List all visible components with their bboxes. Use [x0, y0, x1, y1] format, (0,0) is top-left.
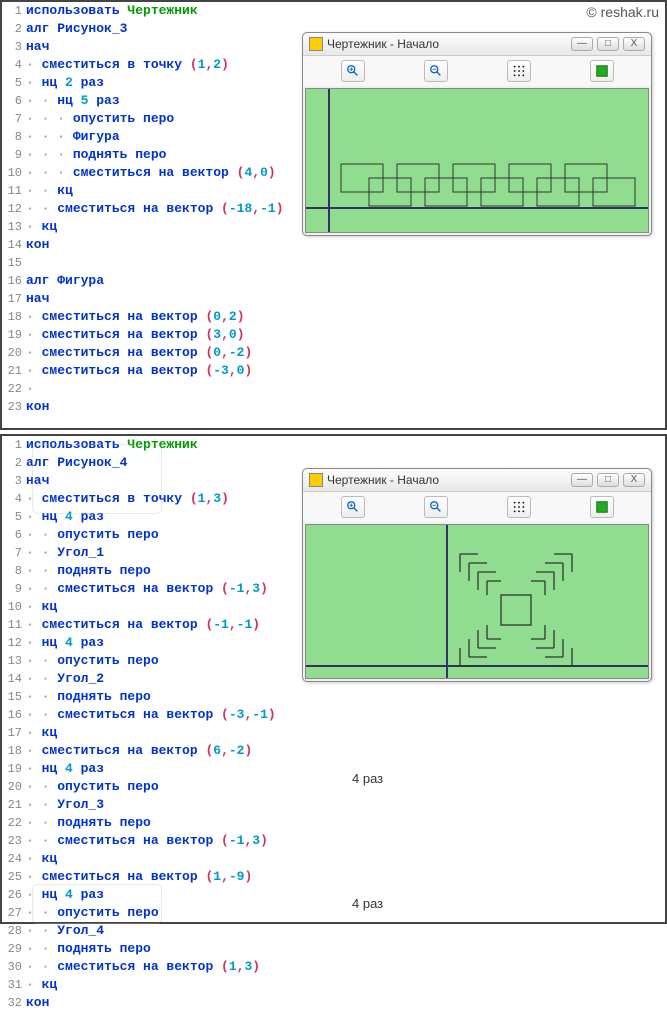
grid-button[interactable] — [507, 496, 531, 518]
maximize-button[interactable]: □ — [597, 473, 619, 487]
drafter-window-1[interactable]: Чертежник - Начало — □ X — [302, 32, 652, 236]
panel-2: 1234567891011121314151617181920212223242… — [0, 434, 667, 924]
app-icon — [309, 37, 323, 51]
zoom-out-button[interactable] — [424, 496, 448, 518]
titlebar[interactable]: Чертежник - Начало — □ X — [303, 33, 651, 56]
line-gutter: 1234567891011121314151617181920212223 — [2, 2, 26, 416]
toolbar — [303, 56, 651, 86]
minimize-button[interactable]: — — [571, 37, 593, 51]
annotation-1: 4 раз — [352, 771, 383, 786]
fit-button[interactable] — [590, 496, 614, 518]
grid-button[interactable] — [507, 60, 531, 82]
close-button[interactable]: X — [623, 473, 645, 487]
close-button[interactable]: X — [623, 37, 645, 51]
canvas-1[interactable] — [305, 88, 649, 233]
zoom-in-button[interactable] — [341, 496, 365, 518]
watermark: © reshak.ru — [586, 4, 659, 20]
toolbar — [303, 492, 651, 522]
zoom-out-button[interactable] — [424, 60, 448, 82]
app-icon — [309, 473, 323, 487]
window-title: Чертежник - Начало — [327, 473, 571, 487]
drawing-1 — [306, 89, 652, 234]
window-title: Чертежник - Начало — [327, 37, 571, 51]
minimize-button[interactable]: — — [571, 473, 593, 487]
drafter-window-2[interactable]: Чертежник - Начало — □ X — [302, 468, 652, 682]
canvas-2[interactable] — [305, 524, 649, 679]
titlebar[interactable]: Чертежник - Начало — □ X — [303, 469, 651, 492]
panel-1: © reshak.ru 1234567891011121314151617181… — [0, 0, 667, 430]
maximize-button[interactable]: □ — [597, 37, 619, 51]
drawing-2 — [306, 525, 652, 680]
zoom-in-button[interactable] — [341, 60, 365, 82]
fit-button[interactable] — [590, 60, 614, 82]
annotation-2: 4 раз — [352, 896, 383, 911]
